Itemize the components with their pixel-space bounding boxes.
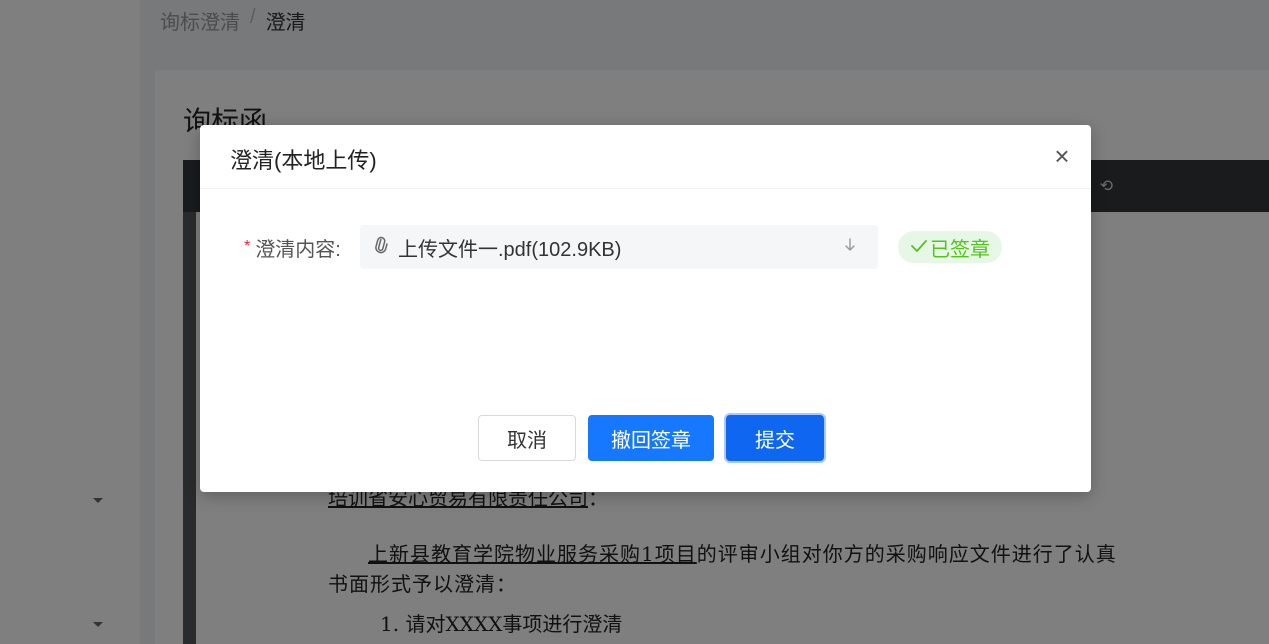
check-icon (910, 236, 928, 259)
dialog-title: 澄清(本地上传) (230, 148, 377, 173)
dialog-footer: 取消 撤回签章 提交 (478, 415, 824, 461)
field-label: * 澄清内容: (244, 233, 360, 262)
download-icon[interactable] (844, 237, 856, 258)
required-mark: * (244, 238, 251, 255)
dialog-header: 澄清(本地上传) × (200, 125, 1091, 189)
paperclip-icon (369, 233, 394, 261)
uploaded-file[interactable]: 上传文件一.pdf(102.9KB) (360, 225, 878, 269)
clarification-dialog: 澄清(本地上传) × * 澄清内容: 上传文件一.pdf(102.9KB) 已签… (200, 125, 1091, 492)
cancel-button[interactable]: 取消 (478, 415, 576, 461)
recall-signature-button[interactable]: 撤回签章 (588, 415, 714, 461)
file-name[interactable]: 上传文件一.pdf(102.9KB) (398, 233, 621, 262)
signed-badge: 已签章 (898, 231, 1002, 263)
field-label-text: 澄清内容: (255, 238, 341, 261)
signed-label: 已签章 (930, 238, 990, 261)
submit-button[interactable]: 提交 (726, 415, 824, 461)
clarification-content-row: * 澄清内容: 上传文件一.pdf(102.9KB) 已签章 (244, 225, 1002, 269)
close-icon[interactable]: × (1047, 141, 1077, 171)
